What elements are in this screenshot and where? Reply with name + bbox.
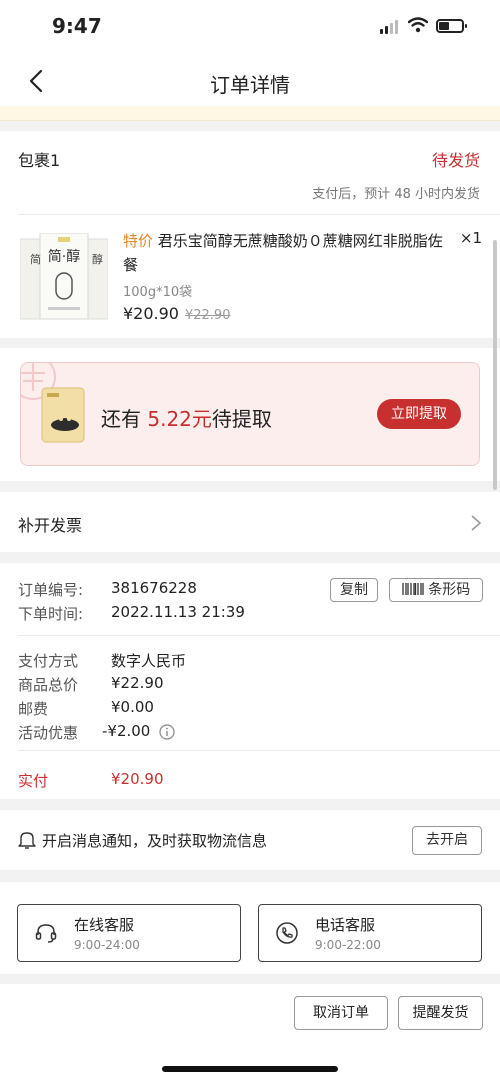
paid-label: 实付 <box>18 772 49 790</box>
cellular-signal-icon <box>380 20 402 34</box>
order-number-label: 订单编号: <box>18 581 84 599</box>
promo-suffix: 待提取 <box>211 407 272 431</box>
special-price-tag: 特价 <box>123 232 154 250</box>
divider <box>18 635 500 636</box>
barcode-button[interactable]: 条形码 <box>389 578 483 602</box>
product-price: ¥20.90 ¥22.90 <box>123 304 230 323</box>
phone-icon <box>276 922 298 944</box>
customer-service-card: 在线客服 9:00-24:00 电话客服 9:00-22:00 <box>0 882 500 974</box>
promo-amount: 5.22元 <box>147 407 212 431</box>
notification-bar: 开启消息通知，及时获取物流信息 去开启 <box>0 810 500 870</box>
headset-icon <box>35 924 57 943</box>
original-price: ¥22.90 <box>184 308 231 323</box>
withdraw-now-button[interactable]: 立即提取 <box>377 399 461 429</box>
notice-banner <box>0 106 500 121</box>
wifi-icon <box>408 17 428 33</box>
order-time-label: 下单时间: <box>18 605 84 623</box>
product-quantity: ×1 <box>459 229 482 247</box>
product-title[interactable]: 特价 君乐宝简醇无蔗糖酸奶０蔗糖网红非脱脂佐餐 <box>123 229 443 277</box>
product-spec: 100g*10袋 <box>123 285 193 300</box>
divider <box>18 750 500 751</box>
status-bar: 9:47 <box>0 0 500 56</box>
order-number: 381676228 <box>111 579 197 597</box>
shipping-fee-label: 邮费 <box>18 700 49 718</box>
goods-total-label: 商品总价 <box>18 676 79 694</box>
barcode-icon <box>402 583 424 595</box>
product-image[interactable]: 简·醇 简 醇 <box>20 233 108 321</box>
bell-icon <box>18 832 36 849</box>
payment-method-label: 支付方式 <box>18 652 79 670</box>
promo-text: 还有 5.22元待提取 <box>101 403 272 432</box>
package-card: 包裹1 待发货 支付后，预计 48 小时内发货 简·醇 简 醇 特价 君乐宝简醇… <box>0 131 500 338</box>
promo-prefix: 还有 <box>101 407 148 431</box>
payment-method: 数字人民币 <box>111 652 187 670</box>
current-price: ¥20.90 <box>123 304 179 323</box>
page-title: 订单详情 <box>210 73 290 97</box>
home-indicator[interactable] <box>162 1066 338 1072</box>
phone-service-label: 电话客服 <box>315 916 376 934</box>
online-service-label: 在线客服 <box>74 916 135 934</box>
battery-icon <box>436 19 467 33</box>
discount-label: 活动优惠 <box>18 724 79 742</box>
package-title: 包裹1 <box>18 151 61 170</box>
cashback-promo-card[interactable]: 还有 5.22元待提取 立即提取 <box>20 362 480 466</box>
package-status: 待发货 <box>431 151 480 170</box>
goods-total: ¥22.90 <box>111 674 164 692</box>
info-icon[interactable] <box>159 724 175 740</box>
scrollbar[interactable] <box>493 240 497 490</box>
svg-text:简: 简 <box>30 252 41 266</box>
nav-bar: 订单详情 <box>0 56 500 106</box>
shipping-note: 支付后，预计 48 小时内发货 <box>312 187 480 202</box>
copy-button[interactable]: 复制 <box>330 578 378 602</box>
product-image-label: 简·醇 <box>48 248 80 265</box>
online-service-button[interactable]: 在线客服 9:00-24:00 <box>17 904 241 962</box>
invoice-row[interactable]: 补开发票 <box>0 492 500 552</box>
enable-notification-button[interactable]: 去开启 <box>412 826 482 855</box>
phone-service-hours: 9:00-22:00 <box>315 938 381 952</box>
online-service-hours: 9:00-24:00 <box>74 938 140 952</box>
order-info-card: 订单编号: 381676228 复制 条形码 下单时间: 2022.11.13 … <box>0 563 500 799</box>
divider <box>18 214 500 215</box>
paid-amount: ¥20.90 <box>111 770 164 788</box>
discount-amount: -¥2.00 <box>102 722 151 740</box>
chevron-right-icon <box>471 515 482 531</box>
cancel-order-button[interactable]: 取消订单 <box>294 996 388 1030</box>
phone-service-button[interactable]: 电话客服 9:00-22:00 <box>258 904 482 962</box>
barcode-label: 条形码 <box>428 582 471 598</box>
gift-box-icon <box>41 387 85 443</box>
notification-text: 开启消息通知，及时获取物流信息 <box>42 832 268 850</box>
invoice-label: 补开发票 <box>18 516 83 535</box>
remind-shipment-button[interactable]: 提醒发货 <box>398 996 483 1030</box>
svg-text:醇: 醇 <box>92 252 103 266</box>
order-time: 2022.11.13 21:39 <box>111 603 245 621</box>
shipping-fee: ¥0.00 <box>111 698 154 716</box>
product-name: 君乐宝简醇无蔗糖酸奶０蔗糖网红非脱脂佐餐 <box>123 232 443 274</box>
status-time: 9:47 <box>52 14 102 38</box>
